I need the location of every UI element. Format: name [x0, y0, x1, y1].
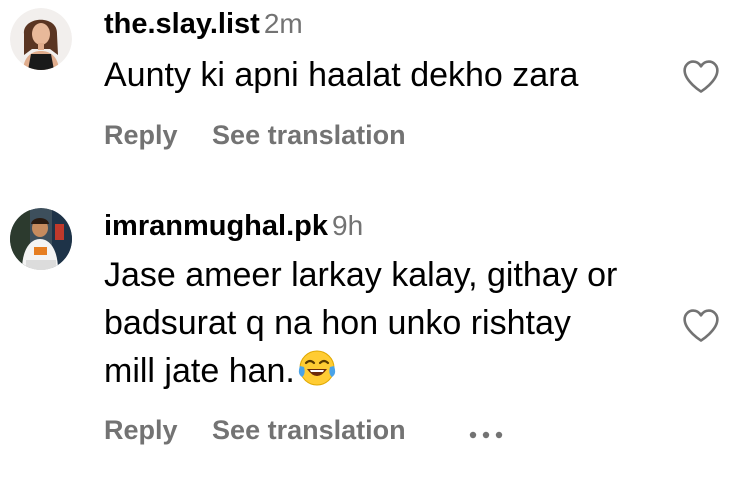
- comment-header: the.slay.list 2m: [104, 8, 303, 41]
- comment-text: Aunty ki apni haalat dekho zara: [104, 56, 579, 94]
- comment-text-line: Jase ameer larkay kalay, githay or: [104, 256, 618, 294]
- heart-icon[interactable]: [681, 307, 721, 343]
- avatar[interactable]: [10, 8, 72, 70]
- comment-text-line-last: mill jate han.: [104, 347, 674, 395]
- username[interactable]: the.slay.list: [104, 8, 260, 40]
- heart-icon[interactable]: [681, 58, 721, 94]
- timestamp: 2m: [263, 8, 303, 39]
- avatar[interactable]: [10, 208, 72, 270]
- comment-item: imranmughal.pk 9h Jase ameer larkay kalay…: [0, 200, 750, 478]
- see-translation-button[interactable]: See translation: [212, 415, 406, 446]
- comment-text-line: mill jate han.: [104, 352, 295, 390]
- comment-header: imranmughal.pk 9h: [104, 210, 363, 243]
- reply-button[interactable]: Reply: [104, 415, 178, 446]
- see-translation-button[interactable]: See translation: [212, 120, 406, 151]
- timestamp: 9h: [332, 210, 364, 241]
- comment-text: Jase ameer larkay kalay, githay or badsu…: [104, 251, 674, 395]
- comment-text-line: badsurat q na hon unko rishtay: [104, 304, 571, 342]
- face-with-tears-of-joy-icon: [297, 348, 337, 388]
- comment-actions: Reply See translation: [104, 415, 504, 447]
- comment-actions: Reply See translation: [104, 120, 433, 151]
- more-options-icon[interactable]: [468, 416, 504, 447]
- comment-item: the.slay.list 2m Aunty ki apni haalat dek…: [0, 0, 750, 170]
- reply-button[interactable]: Reply: [104, 120, 178, 151]
- username[interactable]: imranmughal.pk: [104, 210, 328, 242]
